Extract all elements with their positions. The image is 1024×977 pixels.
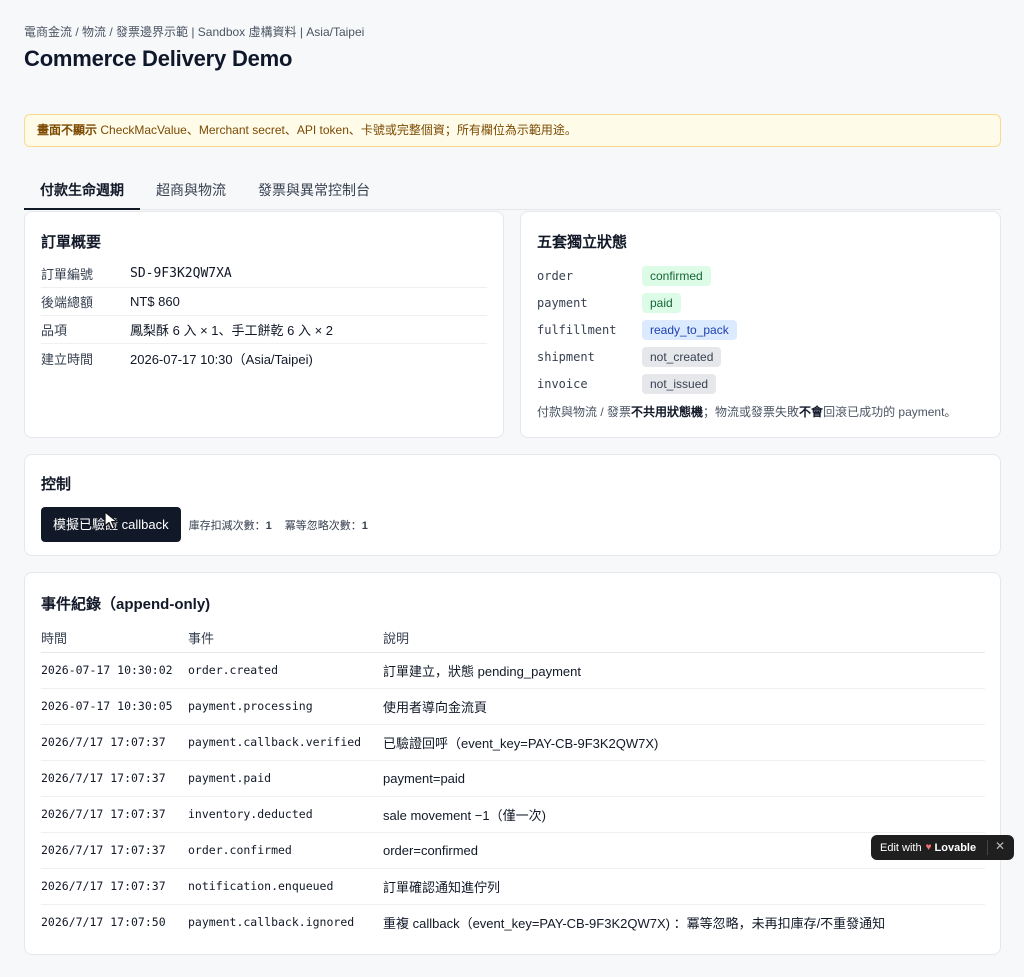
- column-desc: 說明: [383, 624, 985, 653]
- note-text: 付款與物流 / 發票: [537, 405, 632, 419]
- page-title: Commerce Delivery Demo: [24, 46, 293, 71]
- event-desc: payment=paid: [383, 760, 985, 797]
- order-created-label: 建立時間: [41, 351, 94, 367]
- note-text: 回滾已成功的 payment。: [823, 405, 957, 419]
- lovable-brand: Lovable: [934, 841, 977, 854]
- event-name: payment.paid: [188, 760, 383, 797]
- state-row: invoice not_issued: [537, 370, 984, 397]
- state-key-order: order: [537, 268, 574, 283]
- event-name: notification.enqueued: [188, 868, 383, 905]
- tab-bar: 付款生命週期 超商與物流 發票與異常控制台: [24, 172, 1001, 210]
- idempotent-count-value: 1: [361, 519, 368, 532]
- event-time: 2026/7/17 17:07:50: [41, 915, 166, 930]
- state-row: payment paid: [537, 289, 984, 316]
- events-table: 時間 事件 說明 2026-07-17 10:30:02 order.creat…: [41, 624, 985, 940]
- event-time: 2026/7/17 17:07:37: [41, 796, 188, 833]
- table-row: 2026/7/17 17:07:37 payment.paid payment=…: [41, 760, 985, 797]
- order-row: 後端總額 NT$ 860: [41, 288, 487, 316]
- status-badge: confirmed: [642, 265, 711, 286]
- tab-logistics[interactable]: 超商與物流: [140, 172, 242, 210]
- events-card: 事件紀錄（append-only) 時間 事件 說明 2026-07-17 10…: [24, 572, 1001, 955]
- order-created-value: 2026-07-17 10:30（Asia/Taipei): [130, 351, 313, 367]
- event-name: payment.callback.verified: [188, 724, 383, 761]
- state-key-shipment: shipment: [537, 349, 595, 364]
- event-time: 2026/7/17 17:07:37: [41, 724, 188, 761]
- table-row: 2026-07-17 10:30:05 payment.processing 使…: [41, 688, 985, 725]
- event-name: order.confirmed: [188, 832, 383, 869]
- status-badge: paid: [642, 292, 681, 313]
- stock-count-value: 1: [265, 519, 272, 532]
- states-card: 五套獨立狀態 order confirmed payment paid fulf…: [520, 211, 1001, 438]
- breadcrumb: 電商金流 / 物流 / 發票邊界示範 | Sandbox 虛構資料 | Asia…: [24, 25, 365, 39]
- table-row: 2026/7/17 17:07:37 notification.enqueued…: [41, 868, 985, 905]
- order-row: 建立時間 2026-07-17 10:30（Asia/Taipei): [41, 344, 487, 372]
- order-summary-title: 訂單概要: [41, 234, 102, 251]
- state-key-fulfillment: fulfillment: [537, 322, 617, 337]
- heart-icon: ♥: [925, 842, 932, 853]
- note-bold: 不共用狀態機: [631, 405, 704, 419]
- status-badge: not_created: [642, 346, 722, 367]
- order-id-value: SD-9F3K2QW7XA: [130, 266, 232, 281]
- badge-divider: [987, 840, 988, 855]
- status-badge: ready_to_pack: [642, 319, 737, 340]
- table-row: 2026/7/17 17:07:37 inventory.deducted sa…: [41, 796, 985, 833]
- page: 電商金流 / 物流 / 發票邊界示範 | Sandbox 虛構資料 | Asia…: [24, 24, 1001, 210]
- status-badge: not_issued: [642, 373, 717, 394]
- control-card: 控制 模擬已驗證 callback 庫存扣減次數：1 冪等忽略次數：1: [24, 454, 1001, 556]
- stock-count-label: 庫存扣減次數：: [188, 519, 266, 532]
- events-title: 事件紀錄（append-only): [41, 596, 211, 613]
- state-row: shipment not_created: [537, 343, 984, 370]
- table-row: 2026-07-17 10:30:02 order.created 訂單建立，狀…: [41, 652, 985, 689]
- security-notice: 畫面不顯示 CheckMacValue、Merchant secret、API …: [24, 114, 1001, 147]
- notice-text: CheckMacValue、Merchant secret、API token、…: [97, 123, 577, 137]
- order-row: 訂單編號 SD-9F3K2QW7XA: [41, 260, 487, 288]
- order-id-label: 訂單編號: [41, 267, 94, 282]
- table-row: 2026/7/17 17:07:50 payment.callback.igno…: [41, 904, 985, 940]
- state-key-invoice: invoice: [537, 376, 588, 391]
- edit-with-lovable-badge[interactable]: Edit with ♥ Lovable ✕: [871, 835, 1014, 860]
- event-desc: sale movement −1（僅一次): [383, 796, 985, 833]
- event-desc: 已驗證回呼（event_key=PAY-CB-9F3K2QW7X): [383, 724, 985, 761]
- event-time: 2026/7/17 17:07:37: [41, 760, 188, 797]
- notice-bold: 畫面不顯示: [37, 123, 98, 137]
- tab-payment-lifecycle[interactable]: 付款生命週期: [24, 172, 140, 210]
- mouse-cursor-icon: [104, 511, 118, 530]
- table-header: 時間 事件 說明: [41, 624, 985, 653]
- event-time: 2026-07-17 10:30:02: [41, 652, 188, 689]
- note-bold: 不會: [799, 405, 824, 419]
- state-row: fulfillment ready_to_pack: [537, 316, 984, 343]
- control-stats: 庫存扣減次數：1 冪等忽略次數：1: [189, 517, 368, 533]
- order-total-label: 後端總額: [41, 295, 94, 310]
- order-items-label: 品項: [41, 323, 68, 338]
- event-desc: 使用者導向金流頁: [383, 688, 985, 725]
- order-row: 品項 鳳梨酥 6 入 × 1、手工餅乾 6 入 × 2: [41, 316, 487, 344]
- order-summary-card: 訂單概要 訂單編號 SD-9F3K2QW7XA 後端總額 NT$ 860 品項 …: [24, 211, 504, 438]
- control-title: 控制: [41, 476, 72, 493]
- event-desc: 重複 callback（event_key=PAY-CB-9F3K2QW7X) …: [383, 915, 886, 931]
- table-row: 2026/7/17 17:07:37 order.confirmed order…: [41, 832, 985, 869]
- state-row: order confirmed: [537, 262, 984, 289]
- event-time: 2026-07-17 10:30:05: [41, 688, 188, 725]
- state-key-payment: payment: [537, 295, 588, 310]
- edit-with-label: Edit with: [880, 841, 922, 854]
- event-desc: 訂單確認通知進佇列: [383, 868, 985, 905]
- order-total-value: NT$ 860: [130, 294, 180, 309]
- states-note: 付款與物流 / 發票不共用狀態機；物流或發票失敗不會回滾已成功的 payment…: [537, 403, 984, 420]
- event-name: payment.callback.ignored: [188, 915, 355, 930]
- event-name: payment.processing: [188, 688, 383, 725]
- event-time: 2026/7/17 17:07:37: [41, 832, 188, 869]
- states-title: 五套獨立狀態: [537, 234, 628, 251]
- idempotent-count-label: 冪等忽略次數：: [284, 519, 362, 532]
- event-name: order.created: [188, 652, 383, 689]
- column-event: 事件: [188, 624, 383, 653]
- note-text: ；物流或發票失敗: [703, 405, 800, 419]
- event-name: inventory.deducted: [188, 796, 383, 833]
- event-time: 2026/7/17 17:07:37: [41, 868, 188, 905]
- event-desc: 訂單建立，狀態 pending_payment: [383, 652, 985, 689]
- column-time: 時間: [41, 624, 188, 653]
- order-items-value: 鳳梨酥 6 入 × 1、手工餅乾 6 入 × 2: [130, 323, 333, 338]
- close-icon[interactable]: ✕: [995, 839, 1005, 853]
- tab-invoice-console[interactable]: 發票與異常控制台: [242, 172, 386, 210]
- table-row: 2026/7/17 17:07:37 payment.callback.veri…: [41, 724, 985, 761]
